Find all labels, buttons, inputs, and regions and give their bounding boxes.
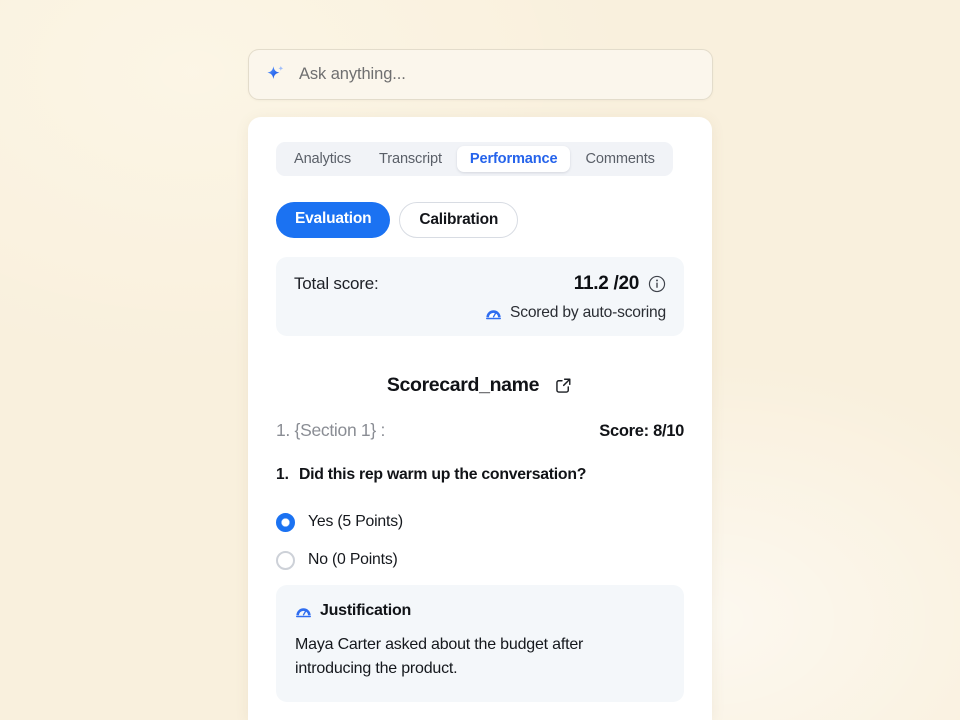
section-header: 1. {Section 1} : Score: 8/10 xyxy=(276,420,684,441)
justification-body: Maya Carter asked about the budget after… xyxy=(295,636,584,677)
justification-title: Justification xyxy=(320,602,411,619)
total-score-value: 11.2 /20 xyxy=(573,273,640,294)
justification-header: Justification xyxy=(295,602,665,620)
total-score-card: Total score: 11.2 /20 Scored by auto-sco… xyxy=(276,257,684,336)
answer-options: Yes (5 Points) No (0 Points) xyxy=(276,503,684,579)
gauge-icon xyxy=(295,603,312,620)
ask-anything-bar[interactable]: Ask anything... xyxy=(248,49,713,100)
total-score-label: Total score: xyxy=(294,274,379,293)
option-yes[interactable]: Yes (5 Points) xyxy=(276,503,684,541)
scorecard-title-row: Scorecard_name xyxy=(248,374,712,397)
scored-by-row: Scored by auto-scoring xyxy=(294,304,666,322)
question-text: Did this rep warm up the conversation? xyxy=(298,466,587,483)
option-yes-label: Yes (5 Points) xyxy=(308,513,403,530)
ask-anything-placeholder: Ask anything... xyxy=(299,65,406,83)
scored-by-text: Scored by auto-scoring xyxy=(510,304,666,321)
radio-no[interactable] xyxy=(276,550,295,570)
section-name: 1. {Section 1} : xyxy=(276,420,386,440)
scorecard-title: Scorecard_name xyxy=(386,374,540,396)
option-no[interactable]: No (0 Points) xyxy=(276,541,684,579)
mode-toggle-group: Evaluation Calibration xyxy=(276,202,519,238)
option-no-label: No (0 Points) xyxy=(308,551,398,568)
info-circle-icon[interactable] xyxy=(648,275,666,293)
sparkle-icon xyxy=(265,64,286,85)
total-score-value-group: 11.2 /20 xyxy=(574,273,666,295)
tab-performance[interactable]: Performance xyxy=(456,146,571,172)
tab-comments[interactable]: Comments xyxy=(572,146,667,172)
performance-panel: Analytics Transcript Performance Comment… xyxy=(248,117,712,720)
gauge-icon xyxy=(485,305,502,322)
question-row: 1. Did this rep warm up the conversation… xyxy=(276,466,586,484)
total-score-row: Total score: 11.2 /20 xyxy=(294,273,666,295)
section-score: Score: 8/10 xyxy=(599,422,684,440)
mode-evaluation-button[interactable]: Evaluation xyxy=(276,202,391,238)
tab-bar: Analytics Transcript Performance Comment… xyxy=(276,142,673,176)
question-number: 1. xyxy=(276,466,289,483)
tab-analytics[interactable]: Analytics xyxy=(281,146,364,172)
external-link-icon[interactable] xyxy=(554,376,573,395)
tab-transcript[interactable]: Transcript xyxy=(366,146,455,172)
radio-yes[interactable] xyxy=(276,512,295,532)
mode-calibration-button[interactable]: Calibration xyxy=(399,202,519,238)
justification-card: Justification Maya Carter asked about th… xyxy=(276,585,684,702)
